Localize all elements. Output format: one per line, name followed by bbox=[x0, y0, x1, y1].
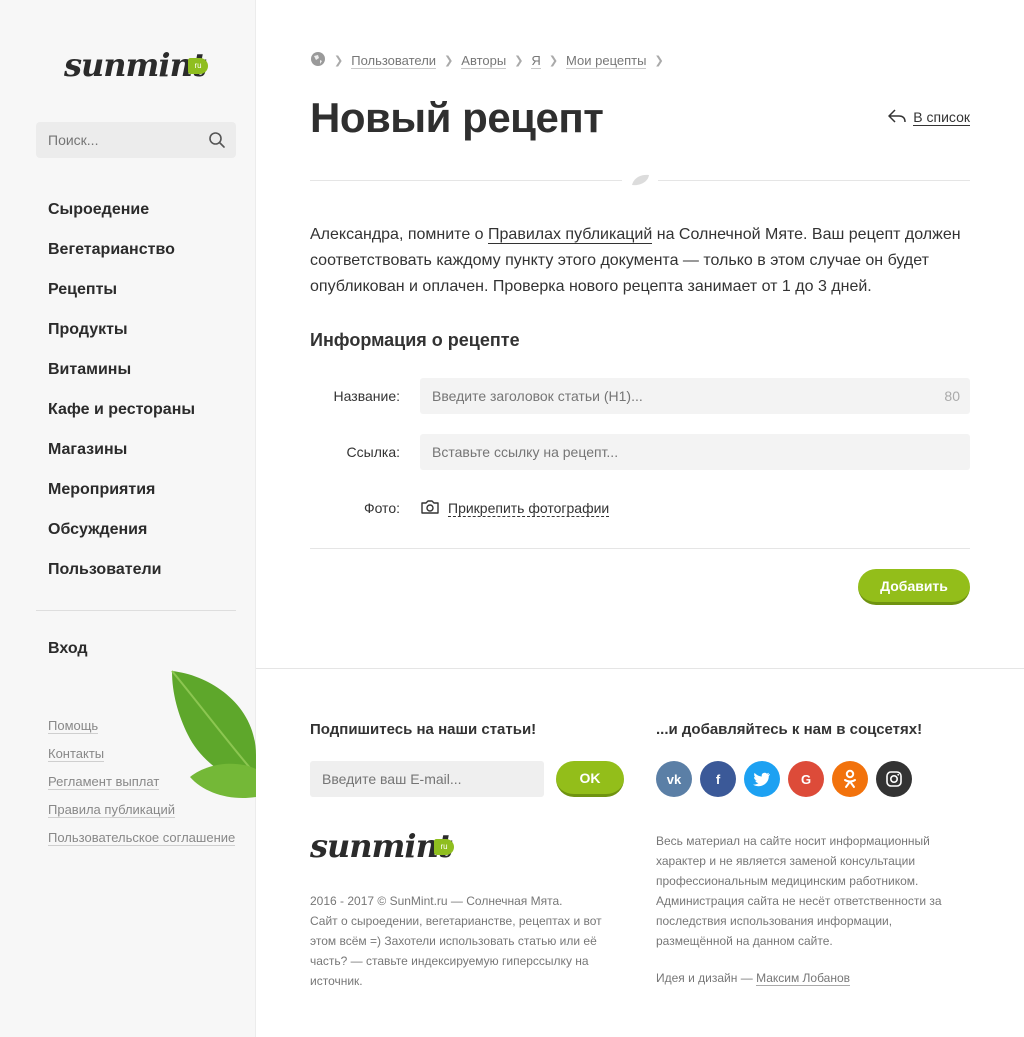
email-field bbox=[310, 761, 544, 797]
photo-label: Фото: bbox=[363, 500, 400, 516]
footer-logo-badge: ru bbox=[434, 839, 454, 855]
search-icon[interactable] bbox=[208, 131, 226, 149]
menu-item-products[interactable]: Продукты bbox=[48, 320, 195, 360]
globe-icon[interactable] bbox=[310, 51, 326, 70]
back-to-list-label: В список bbox=[913, 109, 970, 126]
login-link[interactable]: Вход bbox=[48, 640, 88, 658]
menu-item-cafes[interactable]: Кафе и рестораны bbox=[48, 400, 195, 440]
reply-arrow-icon bbox=[887, 108, 907, 127]
title-field: 80 bbox=[420, 378, 970, 414]
subscribe-title: Подпишитесь на наши статьи! bbox=[310, 721, 537, 738]
odnoklassniki-icon[interactable] bbox=[832, 761, 868, 797]
email-input[interactable] bbox=[310, 761, 544, 797]
back-to-list-link[interactable]: В список bbox=[887, 108, 970, 127]
sidebar-divider bbox=[36, 610, 236, 611]
google-icon[interactable]: G bbox=[788, 761, 824, 797]
menu-item-shops[interactable]: Магазины bbox=[48, 440, 195, 480]
breadcrumb-authors[interactable]: Авторы bbox=[461, 53, 507, 69]
publication-rules-link[interactable]: Правилах публикаций bbox=[488, 226, 653, 244]
footer-logo[interactable]: sunmint ru bbox=[310, 819, 460, 875]
twitter-icon[interactable] bbox=[744, 761, 780, 797]
link-help[interactable]: Помощь bbox=[48, 718, 99, 734]
attach-photos-label: Прикрепить фотографии bbox=[448, 499, 610, 517]
copyright: 2016 - 2017 © SunMint.ru — Солнечная Мят… bbox=[310, 891, 620, 991]
social-links: vk f G bbox=[656, 761, 920, 797]
link-input[interactable] bbox=[420, 434, 970, 470]
logo-badge: ru bbox=[188, 58, 208, 74]
photo-row: Фото: Прикрепить фотографии bbox=[310, 490, 970, 526]
menu-item-events[interactable]: Мероприятия bbox=[48, 480, 195, 520]
form-section-title: Информация о рецепте bbox=[310, 330, 520, 350]
sidebar-links: Помощь Контакты Регламент выплат Правила… bbox=[48, 718, 236, 858]
title-input[interactable] bbox=[420, 378, 970, 414]
breadcrumb-my-recipes[interactable]: Мои рецепты bbox=[566, 53, 647, 69]
link-field bbox=[420, 434, 970, 470]
add-recipe-button[interactable]: Добавить bbox=[858, 569, 970, 605]
copyright-line: 2016 - 2017 © SunMint.ru — Солнечная Мят… bbox=[310, 894, 563, 908]
chevron-right-icon: ❯ bbox=[654, 55, 664, 67]
leaf-icon bbox=[622, 171, 658, 189]
subscribe-ok-button[interactable]: OK bbox=[556, 761, 624, 797]
disclaimer: Весь материал на сайте носит информацион… bbox=[656, 834, 942, 948]
chevron-right-icon: ❯ bbox=[444, 55, 454, 67]
link-publication-rules[interactable]: Правила публикаций bbox=[48, 802, 175, 818]
social-title: ...и добавляйтесь к нам в соцсетях! bbox=[656, 721, 923, 738]
breadcrumb-me[interactable]: Я bbox=[531, 53, 541, 69]
facebook-icon[interactable]: f bbox=[700, 761, 736, 797]
title-char-counter: 80 bbox=[944, 388, 960, 404]
camera-icon bbox=[420, 499, 440, 518]
chevron-right-icon: ❯ bbox=[548, 55, 559, 67]
menu-item-recipes[interactable]: Рецепты bbox=[48, 280, 195, 320]
breadcrumb-users[interactable]: Пользователи bbox=[351, 53, 437, 69]
main-content: ❯ Пользователи ❯ Авторы ❯ Я ❯ Мои рецепт… bbox=[256, 0, 1024, 668]
chevron-right-icon: ❯ bbox=[334, 55, 344, 67]
link-row: Ссылка: bbox=[310, 434, 970, 470]
menu-item-discussions[interactable]: Обсуждения bbox=[48, 520, 195, 560]
attach-photos-button[interactable]: Прикрепить фотографии bbox=[420, 499, 610, 518]
instagram-icon[interactable] bbox=[876, 761, 912, 797]
link-contacts[interactable]: Контакты bbox=[48, 746, 105, 762]
footer-logo-text: sunmint bbox=[310, 827, 453, 865]
copyright-description: Сайт о сыроедении, вегетарианстве, рецеп… bbox=[310, 914, 602, 988]
title-row: Название: 80 bbox=[310, 378, 970, 414]
logo-text: sunmint bbox=[64, 46, 207, 84]
sidebar: sunmint ru Сыроедение Вегетарианство Рец… bbox=[0, 0, 256, 1037]
search-input[interactable] bbox=[36, 122, 196, 158]
site-logo[interactable]: sunmint ru bbox=[64, 38, 214, 94]
footer: Подпишитесь на наши статьи! OK sunmint r… bbox=[256, 668, 1024, 1037]
menu-item-users[interactable]: Пользователи bbox=[48, 560, 195, 600]
menu-item-raw-food[interactable]: Сыроедение bbox=[48, 200, 195, 240]
page-title: Новый рецепт bbox=[310, 94, 604, 141]
chevron-right-icon: ❯ bbox=[514, 55, 524, 67]
link-user-agreement[interactable]: Пользовательское соглашение bbox=[48, 830, 236, 846]
vk-icon[interactable]: vk bbox=[656, 761, 692, 797]
link-payment-rules[interactable]: Регламент выплат bbox=[48, 774, 160, 790]
main-menu: Сыроедение Вегетарианство Рецепты Продук… bbox=[48, 200, 195, 600]
title-label: Название: bbox=[333, 388, 400, 404]
menu-item-vitamins[interactable]: Витамины bbox=[48, 360, 195, 400]
breadcrumb: ❯ Пользователи ❯ Авторы ❯ Я ❯ Мои рецепт… bbox=[310, 51, 672, 70]
design-credit: Идея и дизайн — Максим Лобанов bbox=[656, 971, 851, 986]
designer-link[interactable]: Максим Лобанов bbox=[756, 971, 851, 986]
search-box bbox=[36, 122, 236, 158]
intro-text: Александра, помните о Правилах публикаци… bbox=[310, 226, 961, 295]
link-label: Ссылка: bbox=[346, 444, 400, 460]
form-divider bbox=[310, 548, 970, 549]
menu-item-vegetarianism[interactable]: Вегетарианство bbox=[48, 240, 195, 280]
